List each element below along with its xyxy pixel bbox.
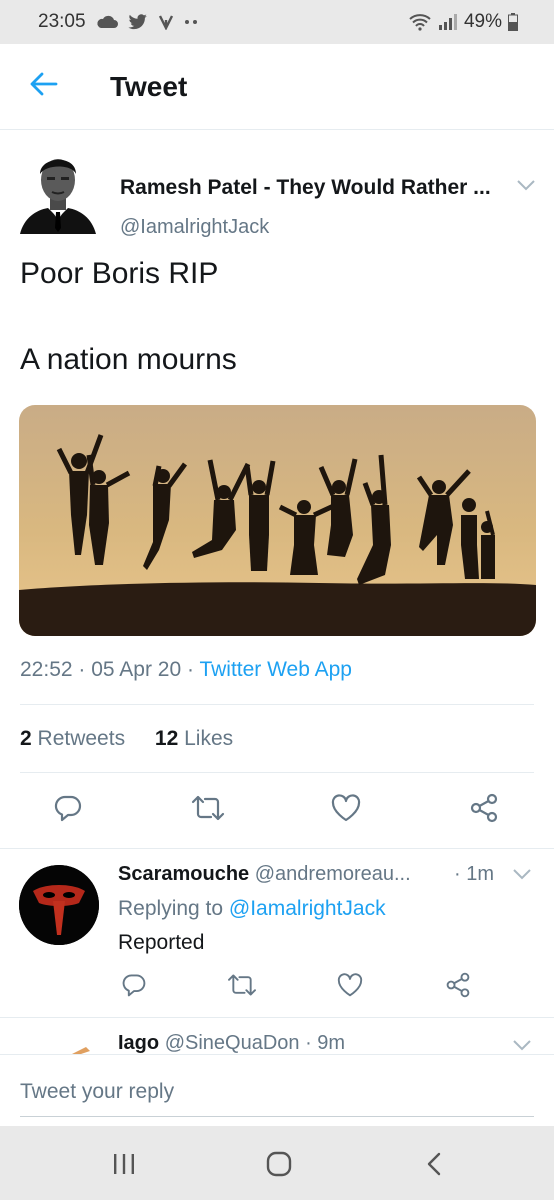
silhouettes-sunset-image (19, 405, 536, 636)
retweet-icon (191, 793, 225, 828)
reply-avatar[interactable] (19, 865, 99, 945)
likes-label: Likes (184, 727, 234, 750)
tweet-text-line2: A nation mourns (20, 343, 237, 376)
tweet-meta: 22:52 · 05 Apr 20 · Twitter Web App (20, 658, 352, 682)
compose-bar (0, 1054, 554, 1126)
author-avatar[interactable] (20, 148, 96, 234)
author-handle[interactable]: @IamalrightJack (120, 216, 269, 239)
twitter-bird-icon (127, 14, 148, 30)
chevron-down-icon[interactable] (512, 867, 532, 885)
cloud-icon (96, 15, 118, 29)
retweets-count: 2 (20, 727, 32, 750)
tweet-actions (0, 780, 554, 840)
back-nav-button[interactable] (414, 1146, 454, 1186)
reply-time: · 9m (305, 1032, 346, 1054)
signal-icon (438, 13, 458, 31)
likes-stat[interactable]: 12 Likes (155, 727, 233, 751)
share-button[interactable] (468, 793, 500, 828)
retweet-icon (227, 972, 257, 1003)
replying-mention-link[interactable]: @IamalrightJack (229, 897, 386, 920)
status-right: 49% (408, 11, 518, 33)
retweets-stat[interactable]: 2 Retweets (20, 727, 125, 751)
app-header: Tweet (0, 44, 554, 130)
arrow-left-icon (30, 72, 58, 101)
home-icon (266, 1151, 292, 1182)
likes-count: 12 (154, 727, 179, 750)
author-row: Ramesh Patel - They Would Rather ... @Ia… (20, 148, 540, 238)
retweet-button[interactable] (191, 793, 225, 828)
system-nav-bar (0, 1126, 554, 1200)
reply-share-button[interactable] (444, 972, 472, 1003)
vine-icon (158, 14, 174, 30)
reply-reply-button[interactable] (120, 973, 148, 1001)
like-icon (331, 793, 361, 827)
battery-icon (508, 13, 518, 31)
home-button[interactable] (259, 1146, 299, 1186)
tweet-image[interactable] (19, 405, 536, 636)
tweet-time: 22:52 (20, 658, 73, 681)
tweet-source-link[interactable]: Twitter Web App (199, 658, 352, 681)
reply-header: Scaramouche @andremoreau... (118, 863, 411, 886)
reply-icon (121, 972, 147, 1003)
share-icon (469, 793, 499, 828)
tweet-date: 05 Apr 20 (91, 658, 182, 681)
back-button[interactable] (14, 57, 74, 117)
status-bar: 23:05 49% (0, 0, 554, 44)
reply-retweet-button[interactable] (228, 973, 256, 1001)
reply-author-name[interactable]: Scaramouche (118, 863, 249, 885)
author-name[interactable]: Ramesh Patel - They Would Rather ... (120, 176, 491, 200)
page-title: Tweet (110, 70, 188, 102)
reply-tweet[interactable]: Scaramouche @andremoreau... · 1m Replyin… (0, 849, 554, 1017)
battery-level: 49% (463, 11, 502, 32)
reply-tweet[interactable]: Iago @SineQuaDon · 9m (0, 1018, 554, 1054)
like-button[interactable] (330, 793, 362, 827)
like-icon (337, 972, 363, 1002)
tweet-stats: 2 Retweets 12 Likes (20, 727, 257, 751)
chevron-down-icon[interactable] (512, 1038, 532, 1054)
reply-author-handle[interactable]: @andremoreau... (255, 863, 411, 885)
reply-button[interactable] (52, 794, 84, 826)
reply-time: · 1m (454, 863, 494, 885)
reply-header: Iago @SineQuaDon · 9m (118, 1032, 345, 1054)
retweets-label: Retweets (37, 727, 126, 750)
share-icon (445, 972, 471, 1003)
reply-avatar[interactable] (64, 1044, 94, 1054)
back-icon (426, 1152, 442, 1181)
status-time: 23:05 (38, 11, 86, 32)
reply-like-button[interactable] (336, 972, 364, 1002)
meta-separator: · (78, 658, 92, 681)
chevron-down-icon[interactable] (516, 178, 536, 196)
meta-separator: · (186, 658, 200, 681)
more-dots-icon (184, 19, 198, 25)
reply-icon (53, 793, 83, 828)
recents-icon (112, 1153, 136, 1180)
reply-author-name[interactable]: Iago (118, 1032, 159, 1054)
replying-prefix: Replying to (118, 897, 224, 920)
status-left: 23:05 (38, 11, 198, 33)
reply-text: Reported (118, 931, 205, 954)
replying-to: Replying to @IamalrightJack (118, 897, 386, 921)
reply-author-handle[interactable]: @SineQuaDon (165, 1032, 300, 1054)
divider (20, 772, 534, 773)
reply-input[interactable] (20, 1067, 534, 1117)
tweet-text-line1: Poor Boris RIP (20, 257, 219, 290)
divider (20, 704, 534, 705)
wifi-icon (408, 13, 432, 31)
recents-button[interactable] (104, 1146, 144, 1186)
